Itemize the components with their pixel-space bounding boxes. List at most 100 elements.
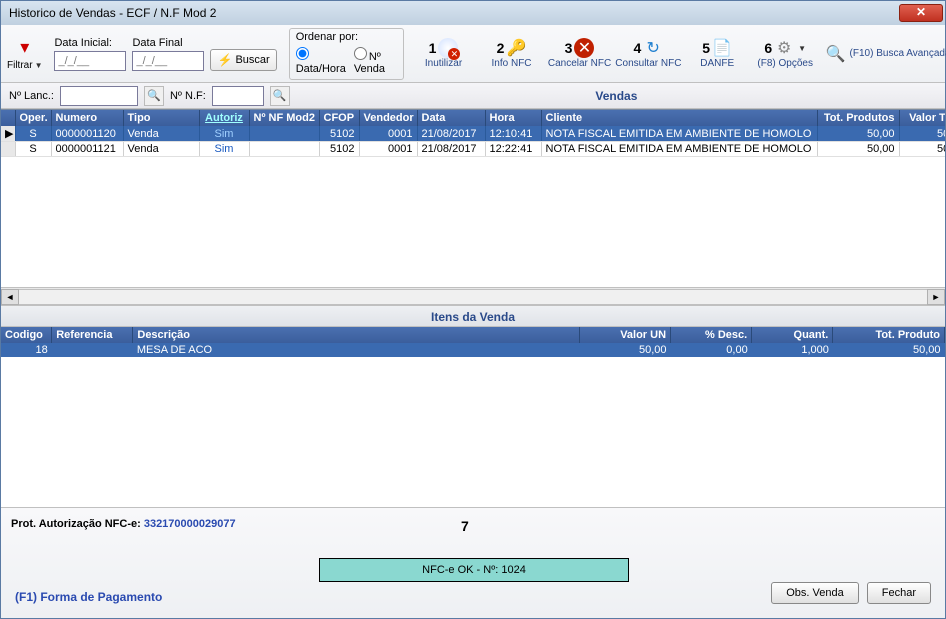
opcoes-button[interactable]: 6⚙▼ (F8) Opções <box>757 36 813 71</box>
data-inicial-input[interactable] <box>54 51 126 71</box>
date-range: Data Inicial: Data Final ⚡ Buscar <box>54 37 276 71</box>
consultar-nfc-button[interactable]: 4↻ Consultar NFC <box>620 36 678 71</box>
opt-nvenda[interactable]: Nº Venda <box>354 47 397 75</box>
cell-numero: 0000001120 <box>51 126 123 142</box>
icol-codigo[interactable]: Codigo <box>1 327 52 343</box>
obs-venda-button[interactable]: Obs. Venda <box>771 582 859 604</box>
icol-pdesc[interactable]: % Desc. <box>671 327 752 343</box>
scroll-right-icon[interactable]: ► <box>927 289 945 305</box>
magnifier-icon: 🔍 <box>826 44 846 64</box>
cell-tipo: Venda <box>123 142 199 157</box>
col-tipo[interactable]: Tipo <box>123 110 199 126</box>
cell-vendedor: 0001 <box>359 142 417 157</box>
counter-seven: 7 <box>461 518 469 534</box>
cell-totprod: 50,00 <box>817 126 899 142</box>
consultar-nfc-label: Consultar NFC <box>615 58 681 69</box>
col-nfmod2[interactable]: Nº NF Mod2 <box>249 110 319 126</box>
radio-datahora[interactable] <box>296 47 309 60</box>
info-nfc-button[interactable]: 2🔑 Info NFC <box>484 36 540 71</box>
col-totprod[interactable]: Tot. Produtos <box>817 110 899 126</box>
buscar-label: Buscar <box>235 54 269 66</box>
cell-nfmod2 <box>249 126 319 142</box>
f1-forma-pagamento[interactable]: (F1) Forma de Pagamento <box>15 590 162 604</box>
busca-avancada-label: (F10) Busca Avançada <box>850 48 946 59</box>
col-valortotal[interactable]: Valor Total <box>899 110 945 126</box>
nfce-status: NFC-e OK - Nº: 1024 <box>319 558 629 582</box>
col-numero[interactable]: Numero <box>51 110 123 126</box>
radio-nvenda[interactable] <box>354 47 367 60</box>
data-inicial-label: Data Inicial: <box>54 37 126 49</box>
col-oper[interactable]: Oper. <box>15 110 51 126</box>
h-scrollbar[interactable]: ◄ ► <box>1 287 945 305</box>
prot-value: 332170000029077 <box>144 518 236 530</box>
cell-desc: MESA DE ACO <box>133 343 579 357</box>
toolbar: ▾ Filtrar ▼ Data Inicial: Data Final ⚡ B… <box>1 25 945 83</box>
sales-grid[interactable]: Oper. Numero Tipo Autoriz Nº NF Mod2 CFO… <box>1 110 945 287</box>
table-row[interactable]: ▶S0000001120VendaSim5102000121/08/201712… <box>1 126 945 142</box>
cell-valortotal: 50,00 <box>899 126 945 142</box>
searchbar: Nº Lanc.: 🔍 Nº N.F: 🔍 Vendas <box>1 83 945 109</box>
items-grid[interactable]: Codigo Referencia Descrição Valor UN % D… <box>1 327 945 507</box>
close-button[interactable]: ✕ <box>899 4 943 22</box>
info-nfc-label: Info NFC <box>492 58 532 69</box>
app-window: Historico de Vendas - ECF / N.F Mod 2 ✕ … <box>0 0 946 619</box>
scroll-left-icon[interactable]: ◄ <box>1 289 19 305</box>
buscar-button[interactable]: ⚡ Buscar <box>210 49 276 71</box>
icol-desc[interactable]: Descrição <box>133 327 579 343</box>
cell-valortotal: 50,00 <box>899 142 945 157</box>
cell-autoriz: Sim <box>199 126 249 142</box>
opcoes-label: (F8) Opções <box>757 58 813 69</box>
cell-data: 21/08/2017 <box>417 126 485 142</box>
icol-quant[interactable]: Quant. <box>752 327 833 343</box>
cell-cfop: 5102 <box>319 142 359 157</box>
table-row[interactable]: S0000001121VendaSim5102000121/08/201712:… <box>1 142 945 157</box>
window-title: Historico de Vendas - ECF / N.F Mod 2 <box>9 6 899 20</box>
dropdown-icon: ▼ <box>798 44 806 53</box>
data-final-label: Data Final <box>132 37 204 49</box>
table-row[interactable]: 18MESA DE ACO50,000,001,00050,00 <box>1 343 945 357</box>
opt-datahora[interactable]: Data/Hora <box>296 47 346 75</box>
nnf-search-icon[interactable]: 🔍 <box>270 86 290 106</box>
col-cliente[interactable]: Cliente <box>541 110 817 126</box>
ordenar-por-group: Ordenar por: Data/Hora Nº Venda <box>289 28 404 80</box>
scroll-track[interactable] <box>19 289 927 305</box>
nlanc-search-icon[interactable]: 🔍 <box>144 86 164 106</box>
icol-valorun[interactable]: Valor UN <box>579 327 670 343</box>
col-vendedor[interactable]: Vendedor <box>359 110 417 126</box>
cell-codigo: 18 <box>1 343 52 357</box>
nlanc-input[interactable] <box>60 86 138 106</box>
col-autoriz[interactable]: Autoriz <box>199 110 249 126</box>
cell-cfop: 5102 <box>319 126 359 142</box>
data-final-input[interactable] <box>132 51 204 71</box>
prot-label: Prot. Autorização NFC-e: <box>11 518 144 530</box>
cell-nfmod2 <box>249 142 319 157</box>
col-hora[interactable]: Hora <box>485 110 541 126</box>
col-data[interactable]: Data <box>417 110 485 126</box>
prot-autorizacao: Prot. Autorização NFC-e: 332170000029077 <box>11 518 935 530</box>
filtrar-button[interactable]: ▾ Filtrar ▼ <box>7 37 42 71</box>
inutilizar-label: Inutilizar <box>425 58 462 69</box>
funnel-icon: ▾ <box>20 37 29 58</box>
cancelar-nfc-button[interactable]: 3✕ Cancelar NFC <box>552 36 608 71</box>
nnf-input[interactable] <box>212 86 264 106</box>
row-marker <box>1 142 15 157</box>
footer: Prot. Autorização NFC-e: 332170000029077… <box>1 507 945 618</box>
cell-valorun: 50,00 <box>579 343 670 357</box>
ordenar-por-label: Ordenar por: <box>296 31 397 43</box>
inutilizar-button[interactable]: 1✕ Inutilizar <box>416 36 472 71</box>
cell-data: 21/08/2017 <box>417 142 485 157</box>
cell-ref <box>52 343 133 357</box>
cancelar-nfc-label: Cancelar NFC <box>548 58 611 69</box>
icol-ref[interactable]: Referencia <box>52 327 133 343</box>
col-cfop[interactable]: CFOP <box>319 110 359 126</box>
busca-avancada-button[interactable]: 🔍 (F10) Busca Avançada <box>837 42 939 66</box>
danfe-button[interactable]: 5📄 DANFE <box>689 36 745 71</box>
icol-totprod[interactable]: Tot. Produto <box>833 327 945 343</box>
fechar-button[interactable]: Fechar <box>867 582 931 604</box>
doc-remove-icon: ✕ <box>438 38 458 58</box>
itens-title: Itens da Venda <box>1 305 945 327</box>
cell-hora: 12:22:41 <box>485 142 541 157</box>
cell-pdesc: 0,00 <box>671 343 752 357</box>
cell-vendedor: 0001 <box>359 126 417 142</box>
nnf-label: Nº N.F: <box>170 90 206 102</box>
